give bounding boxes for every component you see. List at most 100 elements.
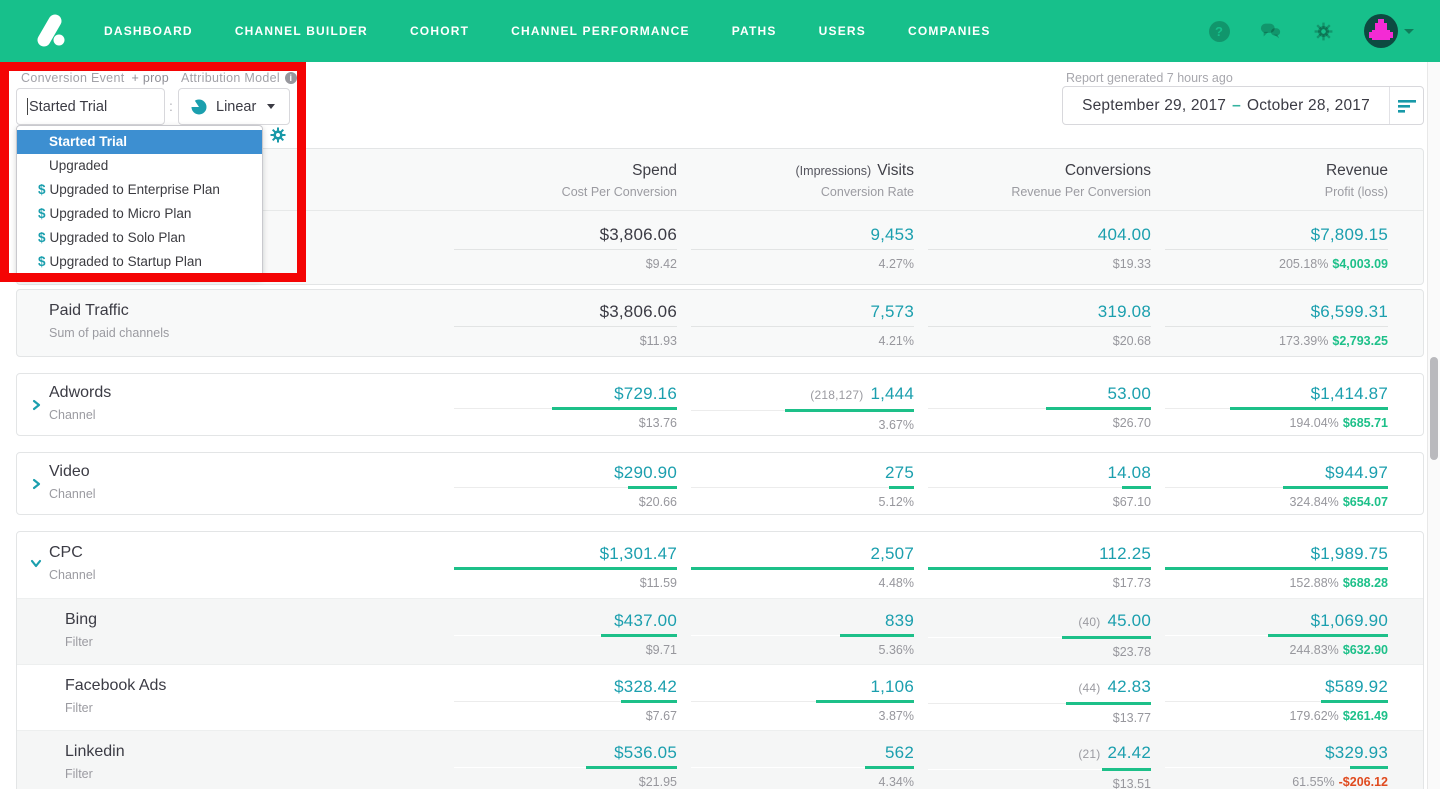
avatar[interactable] — [1364, 14, 1398, 48]
date-end: October 28, 2017 — [1246, 96, 1370, 114]
metric-cell: 839 5.36% — [677, 611, 914, 664]
metric-sub-percent: 173.39% — [1279, 334, 1329, 348]
metric-value[interactable]: $1,989.75 — [1311, 544, 1388, 563]
conversion-event-input[interactable]: Started Trial — [16, 88, 165, 125]
dropdown-item[interactable]: $ Upgraded to Startup Plan — [17, 250, 262, 274]
metric-sub-percent: 61.55% — [1292, 775, 1335, 789]
metric-value[interactable]: 839 — [885, 611, 914, 630]
scrollbar-track[interactable] — [1427, 62, 1440, 789]
metric-value[interactable]: 9,453 — [870, 225, 914, 244]
nav-item-cohort[interactable]: COHORT — [410, 24, 469, 38]
date-filter-icon[interactable] — [1389, 87, 1423, 124]
metric-subvalue: 5.36% — [691, 643, 914, 657]
nav-item-channel-builder[interactable]: CHANNEL BUILDER — [235, 24, 368, 38]
metric-value[interactable]: 45.00 — [1107, 611, 1151, 630]
metric-value[interactable]: 1,106 — [870, 677, 914, 696]
column-settings-gear-icon[interactable] — [270, 127, 286, 143]
metric-value[interactable]: $329.93 — [1325, 743, 1388, 762]
nav-item-dashboard[interactable]: DASHBOARD — [104, 24, 193, 38]
dollar-icon: $ — [38, 254, 46, 269]
row-title[interactable]: Bing — [65, 611, 440, 629]
metric-value-line: $536.05 — [454, 743, 677, 762]
metric-cell: 275 5.12% — [677, 463, 914, 514]
row-title[interactable]: Adwords — [49, 384, 440, 402]
metric-bar-track — [1165, 248, 1388, 251]
scrollbar-thumb[interactable] — [1430, 357, 1438, 460]
nav-item-paths[interactable]: PATHS — [732, 24, 777, 38]
metric-value[interactable]: 1,444 — [870, 384, 914, 403]
metric-bar-track — [1165, 766, 1388, 769]
table-row: Adwords Channel $729.16 $13.76 (218,127) 1,44… — [17, 374, 1423, 435]
metric-value[interactable]: $1,069.90 — [1311, 611, 1388, 630]
metric-bar-track — [928, 702, 1151, 705]
metric-value[interactable]: $290.90 — [614, 463, 677, 482]
attribution-model-dropdown[interactable]: Linear — [178, 88, 290, 125]
dropdown-item[interactable]: $ Upgraded to Enterprise Plan — [17, 178, 262, 202]
metric-value[interactable]: $328.42 — [614, 677, 677, 696]
metric-value[interactable]: $1,301.47 — [600, 544, 677, 563]
date-range-picker[interactable]: September 29, 2017– October 28, 2017 — [1062, 86, 1424, 125]
nav-item-channel-performance[interactable]: CHANNEL PERFORMANCE — [511, 24, 690, 38]
metric-value[interactable]: $1,414.87 — [1311, 384, 1388, 403]
chevron-down-icon[interactable] — [29, 556, 43, 570]
metric-value[interactable]: 14.08 — [1107, 463, 1151, 482]
metric-value[interactable]: $7,809.15 — [1311, 225, 1388, 244]
user-menu[interactable] — [1364, 14, 1414, 48]
dropdown-item[interactable]: Upgraded — [17, 154, 262, 178]
metric-value[interactable]: $944.97 — [1325, 463, 1388, 482]
metric-cell: $329.93 61.55% -$206.12 — [1151, 743, 1388, 789]
metric-value-line: 1,106 — [691, 677, 914, 696]
info-icon[interactable]: i — [284, 72, 297, 84]
metric-value[interactable]: 24.42 — [1107, 743, 1151, 762]
metric-bar-track — [691, 766, 914, 769]
metric-sub-amount: 4.27% — [878, 257, 914, 271]
chat-icon[interactable] — [1260, 20, 1282, 42]
metric-cell: 14.08 $67.10 — [914, 463, 1151, 514]
metric-value[interactable]: $729.16 — [614, 384, 677, 403]
metric-bar-track — [1165, 325, 1388, 328]
row-title[interactable]: Video — [49, 463, 440, 481]
nav-item-companies[interactable]: COMPANIES — [908, 24, 991, 38]
chevron-right-icon[interactable] — [29, 398, 43, 412]
metric-value[interactable]: 7,573 — [870, 302, 914, 321]
metric-cell: $1,301.47 $11.59 — [440, 544, 677, 598]
row-title[interactable]: CPC — [49, 544, 440, 562]
nav-item-users[interactable]: USERS — [819, 24, 866, 38]
help-icon[interactable]: ? — [1208, 20, 1230, 42]
row-title[interactable]: Linkedin — [65, 743, 440, 761]
metric-value[interactable]: 53.00 — [1107, 384, 1151, 403]
metric-cell: 7,573 4.21% — [677, 302, 914, 356]
metric-sub-amount: $19.33 — [1112, 257, 1151, 271]
dropdown-item[interactable]: Started Trial — [17, 130, 262, 154]
metric-value[interactable]: 319.08 — [1098, 302, 1151, 321]
metric-value[interactable]: 562 — [885, 743, 914, 762]
metric-value[interactable]: 275 — [885, 463, 914, 482]
date-range-text: September 29, 2017– October 28, 2017 — [1063, 97, 1389, 115]
metric-cell: $6,599.31 173.39% $2,793.25 — [1151, 302, 1388, 356]
metric-value[interactable]: 112.25 — [1099, 544, 1151, 563]
metric-value[interactable]: $536.05 — [614, 743, 677, 762]
dropdown-item[interactable]: $ Upgraded to Solo Plan — [17, 226, 262, 250]
metric-value[interactable]: 2,507 — [870, 544, 914, 563]
row-subtitle: Filter — [65, 635, 93, 649]
row-title[interactable]: Facebook Ads — [65, 677, 440, 695]
metric-sub-amount: $632.90 — [1342, 643, 1388, 657]
metric-value[interactable]: 404.00 — [1098, 225, 1151, 244]
metric-value-line: 7,573 — [691, 302, 914, 321]
dropdown-item[interactable]: $ Upgraded to Micro Plan — [17, 202, 262, 226]
app-logo-icon[interactable] — [30, 11, 70, 51]
metric-sub-amount: $4,003.09 — [1332, 257, 1388, 271]
header-column-subtitle: Conversion Rate — [820, 185, 914, 199]
metric-value[interactable]: $589.92 — [1325, 677, 1388, 696]
metric-value[interactable]: $437.00 — [614, 611, 677, 630]
metric-value[interactable]: 42.83 — [1107, 677, 1151, 696]
add-prop-link[interactable]: + prop — [131, 71, 169, 85]
metric-bar-track — [928, 636, 1151, 639]
settings-gear-icon[interactable] — [1312, 20, 1334, 42]
metric-value-line: 9,453 — [691, 225, 914, 244]
metric-cell: (40) 45.00 $23.78 — [914, 611, 1151, 664]
row-title[interactable]: Paid Traffic — [49, 302, 440, 320]
metric-value[interactable]: $6,599.31 — [1311, 302, 1388, 321]
row-subtitle: Filter — [65, 701, 93, 715]
chevron-right-icon[interactable] — [29, 477, 43, 491]
